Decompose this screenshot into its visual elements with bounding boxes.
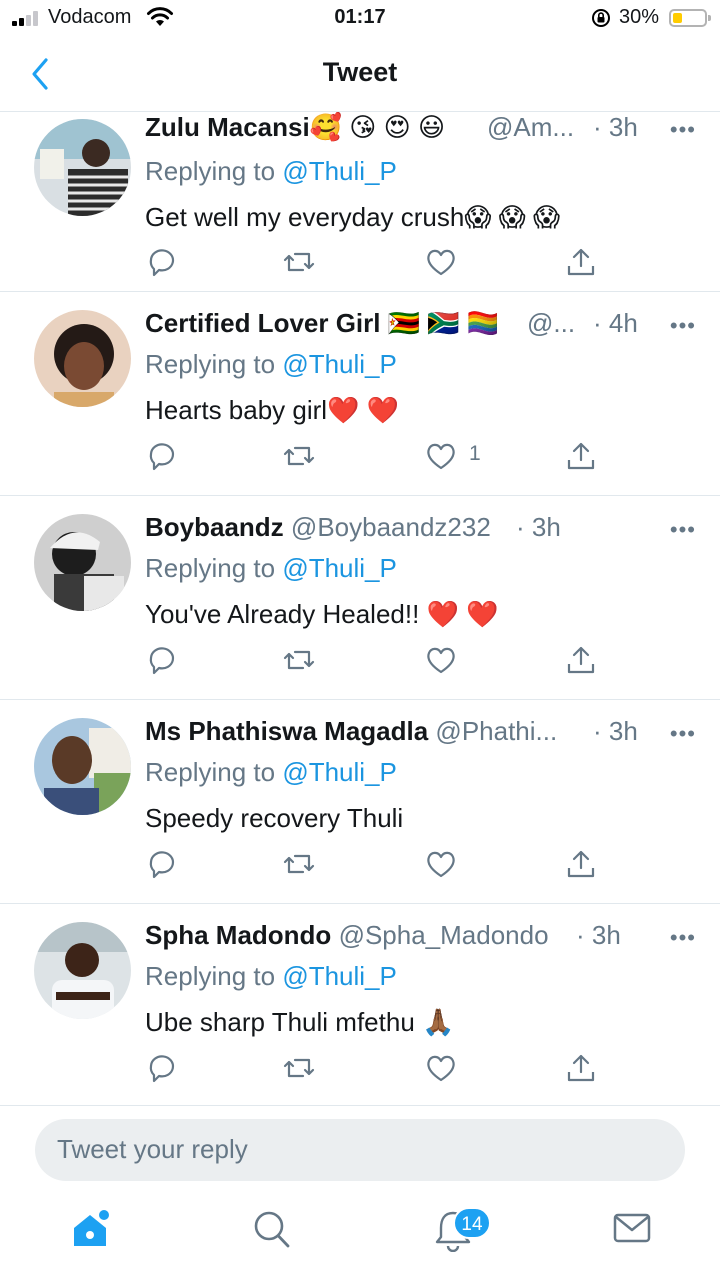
reply-icon[interactable]: [145, 1052, 177, 1084]
search-icon[interactable]: [252, 1208, 292, 1250]
share-icon[interactable]: [565, 644, 597, 676]
nav-bar: Tweet: [0, 38, 720, 112]
mail-icon[interactable]: [612, 1208, 652, 1248]
more-options-icon[interactable]: •••: [670, 313, 696, 339]
replying-to: Replying to @Thuli_P: [145, 553, 397, 584]
display-name[interactable]: Spha Madondo: [145, 920, 331, 950]
reply-item[interactable]: Spha Madondo @Spha_Madondo · 3h ••• Repl…: [0, 904, 720, 1106]
replying-to: Replying to @Thuli_P: [145, 961, 397, 992]
display-name[interactable]: Boybaandz: [145, 512, 284, 542]
replying-label: Replying to: [145, 156, 276, 186]
name-emojis: 🥰 😘 😍 😃: [309, 112, 446, 142]
retweet-icon[interactable]: [283, 644, 315, 676]
reply-text: Ube sharp Thuli mfethu 🙏🏾: [145, 1007, 455, 1037]
user-handle[interactable]: @Spha_Madondo: [339, 920, 549, 950]
reply-text: Get well my everyday crush😱 😱 😱: [145, 202, 561, 232]
share-icon[interactable]: [565, 848, 597, 880]
user-handle[interactable]: @Boybaandz232: [291, 512, 491, 542]
tab-bar: [0, 1196, 720, 1280]
avatar[interactable]: [34, 718, 131, 815]
share-icon[interactable]: [565, 440, 597, 472]
retweet-icon[interactable]: [283, 1052, 315, 1084]
replying-to: Replying to @Thuli_P: [145, 156, 397, 187]
user-handle[interactable]: @Am...: [487, 112, 574, 143]
replies-feed[interactable]: Zulu Macansi🥰 😘 😍 😃 @Am... · 3h ••• Repl…: [0, 112, 720, 1106]
mention-link[interactable]: @Thuli_P: [282, 349, 397, 379]
reply-input[interactable]: Tweet your reply: [35, 1119, 685, 1181]
replying-label: Replying to: [145, 961, 276, 991]
avatar[interactable]: [34, 514, 131, 611]
replying-label: Replying to: [145, 349, 276, 379]
action-bar: [145, 644, 615, 676]
user-handle[interactable]: @...: [527, 308, 575, 339]
reply-header: Boybaandz @Boybaandz232: [145, 512, 695, 546]
avatar[interactable]: [34, 119, 131, 216]
replying-label: Replying to: [145, 553, 276, 583]
replying-to: Replying to @Thuli_P: [145, 349, 397, 380]
timestamp: · 3h: [593, 112, 638, 142]
timestamp: · 3h: [576, 920, 621, 950]
share-icon[interactable]: [565, 1052, 597, 1084]
action-bar: [145, 1052, 615, 1084]
replying-label: Replying to: [145, 757, 276, 787]
mention-link[interactable]: @Thuli_P: [282, 553, 397, 583]
more-options-icon[interactable]: •••: [670, 925, 696, 951]
battery-percent: 30%: [619, 6, 660, 28]
display-name[interactable]: Certified Lover Girl: [145, 308, 381, 338]
reply-text: Speedy recovery Thuli: [145, 803, 404, 833]
status-bar: Vodacom 01:17 30%: [0, 0, 720, 38]
reply-icon[interactable]: [145, 440, 177, 472]
name-emojis: 🇿🇼 🇿🇦 🏳️‍🌈: [387, 308, 500, 338]
home-icon[interactable]: [70, 1208, 112, 1250]
reply-item[interactable]: Boybaandz @Boybaandz232 · 3h ••• Replyin…: [0, 496, 720, 700]
user-handle[interactable]: @Phathi...: [435, 716, 557, 746]
share-icon[interactable]: [565, 246, 597, 278]
reply-item[interactable]: Ms Phathiswa Magadla @Phathi... · 3h •••…: [0, 700, 720, 904]
more-options-icon[interactable]: •••: [670, 117, 696, 143]
action-bar: 1: [145, 440, 615, 472]
more-options-icon[interactable]: •••: [670, 517, 696, 543]
display-name[interactable]: Ms Phathiswa Magadla: [145, 716, 428, 746]
retweet-icon[interactable]: [283, 440, 315, 472]
like-icon[interactable]: [425, 1052, 457, 1084]
reply-icon[interactable]: [145, 246, 177, 278]
timestamp: · 3h: [516, 512, 561, 542]
display-name[interactable]: Zulu Macansi: [145, 112, 310, 142]
reply-item[interactable]: Zulu Macansi🥰 😘 😍 😃 @Am... · 3h ••• Repl…: [0, 112, 720, 292]
mention-link[interactable]: @Thuli_P: [282, 156, 397, 186]
mention-link[interactable]: @Thuli_P: [282, 961, 397, 991]
more-options-icon[interactable]: •••: [670, 721, 696, 747]
clock: 01:17: [334, 6, 386, 28]
action-bar: [145, 848, 615, 880]
like-icon[interactable]: [425, 848, 457, 880]
like-icon[interactable]: [425, 440, 457, 472]
like-icon[interactable]: [425, 246, 457, 278]
reply-icon[interactable]: [145, 644, 177, 676]
retweet-icon[interactable]: [283, 246, 315, 278]
action-bar: [145, 246, 615, 278]
page-title: Tweet: [322, 57, 398, 87]
rotation-lock-icon: [592, 9, 610, 27]
notification-badge[interactable]: 14: [453, 1207, 491, 1239]
reply-text: Hearts baby girl❤️ ❤️: [145, 395, 400, 425]
replying-to: Replying to @Thuli_P: [145, 757, 397, 788]
like-count: 1: [469, 442, 481, 465]
reply-item[interactable]: Certified Lover Girl 🇿🇼 🇿🇦 🏳️‍🌈 @... · 4…: [0, 292, 720, 496]
mention-link[interactable]: @Thuli_P: [282, 757, 397, 787]
reply-icon[interactable]: [145, 848, 177, 880]
reply-text: You've Already Healed!! ❤️ ❤️: [145, 599, 499, 629]
timestamp: · 3h: [593, 716, 638, 746]
battery-icon: [669, 9, 711, 27]
like-icon[interactable]: [425, 644, 457, 676]
reply-placeholder: Tweet your reply: [57, 1134, 248, 1164]
avatar[interactable]: [34, 310, 131, 407]
timestamp: · 4h: [593, 308, 638, 338]
avatar[interactable]: [34, 922, 131, 1019]
retweet-icon[interactable]: [283, 848, 315, 880]
